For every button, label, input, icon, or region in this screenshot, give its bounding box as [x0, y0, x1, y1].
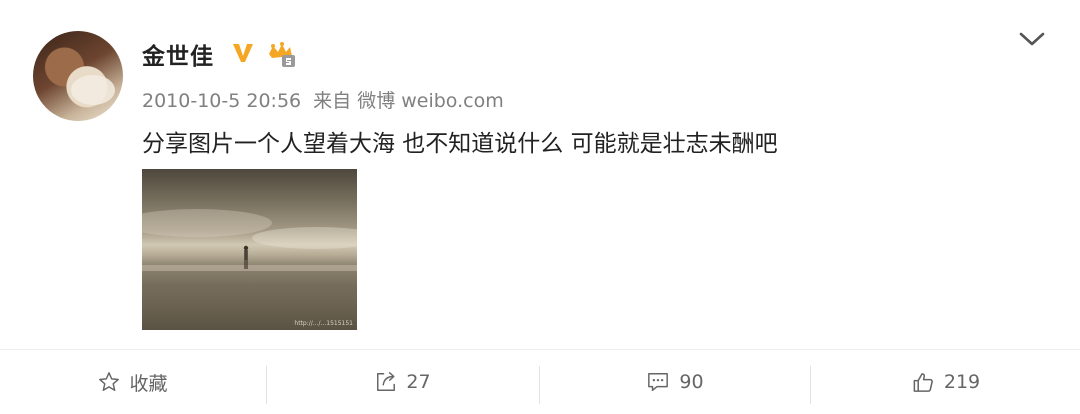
username[interactable]: 金世佳	[142, 37, 214, 71]
action-bar: 收藏 27 90 219	[0, 350, 1080, 414]
post-meta: 2010-10-5 20:56 来自 微博 weibo.com	[142, 86, 510, 113]
vip-crown-badge-icon[interactable]	[266, 42, 296, 68]
favorite-button[interactable]: 收藏	[0, 350, 266, 414]
comment-button[interactable]: 90	[540, 350, 810, 414]
image-shoreline	[142, 265, 357, 271]
comment-bubble-icon	[648, 373, 669, 391]
comment-count: 90	[679, 371, 704, 393]
image-person-silhouette	[243, 245, 249, 269]
like-button[interactable]: 219	[811, 350, 1080, 414]
repost-count: 27	[406, 371, 431, 393]
avatar[interactable]	[33, 31, 123, 121]
star-icon	[99, 372, 120, 391]
like-count: 219	[943, 371, 981, 393]
post-image[interactable]: http://.../...1515151	[142, 169, 357, 330]
image-watermark: http://.../...1515151	[294, 320, 353, 327]
repost-button[interactable]: 27	[267, 350, 539, 414]
favorite-label: 收藏	[129, 372, 168, 395]
chevron-down-icon[interactable]	[1017, 28, 1047, 50]
post-datetime[interactable]: 2010-10-5 20:56	[142, 90, 301, 112]
image-cloud	[142, 209, 272, 237]
image-cloud	[252, 227, 357, 249]
post-source-prefix: 来自	[313, 90, 352, 112]
avatar-photo	[71, 75, 115, 105]
share-arrow-icon	[377, 372, 396, 391]
thumbs-up-icon	[913, 372, 933, 392]
post-source[interactable]: 微博 weibo.com	[357, 90, 504, 112]
post-text: 分享图片一个人望着大海 也不知道说什么 可能就是壮志未酬吧	[142, 131, 778, 157]
verified-v-icon[interactable]	[231, 41, 255, 65]
